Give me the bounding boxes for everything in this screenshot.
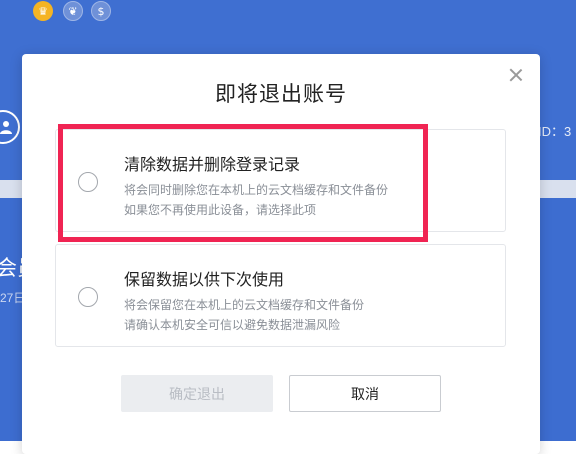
radio-clear-data[interactable] bbox=[78, 172, 98, 192]
option-keep-data-title: 保留数据以供下次使用 bbox=[124, 270, 285, 289]
radio-keep-data[interactable] bbox=[78, 287, 98, 307]
option-clear-data-desc-2: 如果您不再使用此设备，请选择此项 bbox=[124, 203, 317, 217]
option-clear-data[interactable]: 清除数据并删除登录记录 将会同时删除您在本机上的云文档缓存和文件备份 如果您不再… bbox=[55, 129, 506, 232]
close-icon[interactable] bbox=[507, 66, 525, 84]
option-clear-data-title: 清除数据并删除登录记录 bbox=[124, 155, 301, 174]
user-id-text: ID：3 bbox=[538, 124, 572, 139]
option-keep-data-desc-2: 请确认本机安全可信以避免数据泄漏风险 bbox=[124, 318, 341, 332]
dollar-icon[interactable]: $ bbox=[91, 1, 111, 21]
option-keep-data-desc-1: 将会保留您在本机上的云文档缓存和文件备份 bbox=[124, 298, 365, 312]
crown-icon[interactable]: ♛ bbox=[33, 1, 53, 21]
leaf-icon[interactable]: ❦ bbox=[63, 1, 83, 21]
logout-dialog: 即将退出账号 清除数据并删除登录记录 将会同时删除您在本机上的云文档缓存和文件备… bbox=[22, 54, 540, 454]
option-keep-data[interactable]: 保留数据以供下次使用 将会保留您在本机上的云文档缓存和文件备份 请确认本机安全可… bbox=[55, 244, 506, 347]
user-icon bbox=[0, 121, 12, 134]
cancel-button[interactable]: 取消 bbox=[289, 375, 441, 412]
option-clear-data-desc-1: 将会同时删除您在本机上的云文档缓存和文件备份 bbox=[124, 183, 389, 197]
confirm-logout-button[interactable]: 确定退出 bbox=[121, 375, 273, 412]
dialog-title: 即将退出账号 bbox=[215, 82, 347, 106]
